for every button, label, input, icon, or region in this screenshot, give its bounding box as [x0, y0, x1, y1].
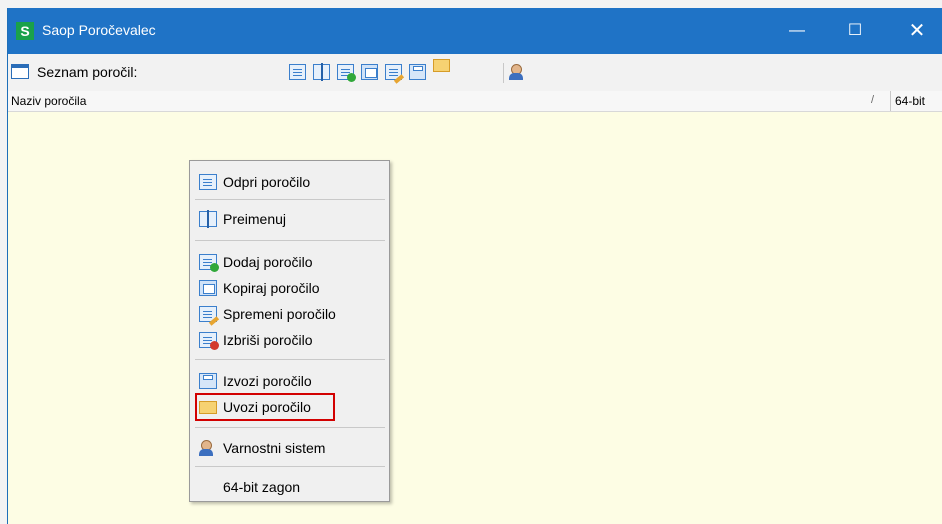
column-header-64bit[interactable]: 64-bit	[895, 94, 925, 108]
report-list-icon	[11, 64, 29, 79]
menu-item-label: Spremeni poročilo	[223, 306, 336, 322]
add-report-toolbar-button[interactable]	[337, 64, 356, 82]
menu-item-label: 64-bit zagon	[223, 479, 301, 495]
copy-icon	[199, 280, 217, 296]
menu-item-security-system[interactable]: Varnostni sistem	[193, 437, 386, 459]
sort-indicator: /	[871, 94, 875, 106]
copy-report-toolbar-button[interactable]	[361, 64, 378, 80]
add-document-icon	[199, 254, 219, 272]
maximize-button[interactable]: ☐	[841, 18, 869, 44]
window-title: Saop Poročevalec	[42, 22, 156, 38]
toolbar-label: Seznam poročil:	[37, 64, 138, 80]
menu-item-label: Varnostni sistem	[223, 440, 326, 456]
context-menu: Odpri poročilo Preimenuj Dodaj poročilo …	[189, 160, 390, 502]
import-report-toolbar-button[interactable]	[433, 59, 450, 72]
document-icon	[199, 174, 217, 190]
app-logo-icon: S	[16, 22, 34, 40]
report-list-area[interactable]	[8, 112, 942, 524]
highlight-box	[195, 393, 335, 421]
menu-item-rename[interactable]: Preimenuj	[193, 208, 386, 230]
menu-item-64bit-launch[interactable]: 64-bit zagon	[193, 476, 386, 498]
menu-item-label: Izbriši poročilo	[223, 332, 313, 348]
delete-icon	[199, 332, 219, 350]
close-button[interactable]: ✕	[903, 18, 931, 44]
column-divider[interactable]	[890, 91, 891, 111]
toolbar: Seznam poročil:	[8, 54, 942, 92]
menu-item-label: Odpri poročilo	[223, 174, 311, 190]
app-window: S Saop Poročevalec — ☐ ✕ Seznam poročil:…	[7, 8, 942, 524]
menu-item-add-report[interactable]: Dodaj poročilo	[193, 251, 386, 273]
menu-separator	[195, 240, 385, 241]
menu-item-edit-report[interactable]: Spremeni poročilo	[193, 303, 386, 325]
rename-icon	[199, 210, 217, 228]
menu-item-label: Izvozi poročilo	[223, 373, 312, 389]
menu-separator	[195, 199, 385, 200]
rename-toolbar-button[interactable]	[313, 63, 330, 81]
menu-item-copy-report[interactable]: Kopiraj poročilo	[193, 277, 386, 299]
menu-item-open-report[interactable]: Odpri poročilo	[193, 171, 386, 193]
menu-item-delete-report[interactable]: Izbriši poročilo	[193, 329, 386, 351]
security-toolbar-button[interactable]	[509, 64, 526, 80]
menu-item-label: Kopiraj poročilo	[223, 280, 320, 296]
edit-icon	[199, 306, 217, 322]
title-bar: S Saop Poročevalec — ☐ ✕	[8, 8, 942, 54]
desktop-background	[0, 0, 7, 524]
column-header-name[interactable]: Naziv poročila	[11, 94, 86, 108]
floppy-icon	[199, 373, 217, 389]
menu-item-export-report[interactable]: Izvozi poročilo	[193, 370, 386, 392]
open-report-toolbar-button[interactable]	[289, 64, 306, 80]
menu-separator	[195, 427, 385, 428]
menu-item-label: Preimenuj	[223, 211, 287, 227]
minimize-button[interactable]: —	[783, 18, 811, 44]
menu-separator	[195, 466, 385, 467]
menu-separator	[195, 359, 385, 360]
list-header: Naziv poročila / 64-bit	[8, 91, 942, 112]
menu-item-label: Dodaj poročilo	[223, 254, 313, 270]
export-report-toolbar-button[interactable]	[409, 64, 426, 80]
edit-report-toolbar-button[interactable]	[385, 64, 402, 80]
toolbar-separator	[503, 63, 504, 83]
security-icon	[199, 440, 217, 456]
